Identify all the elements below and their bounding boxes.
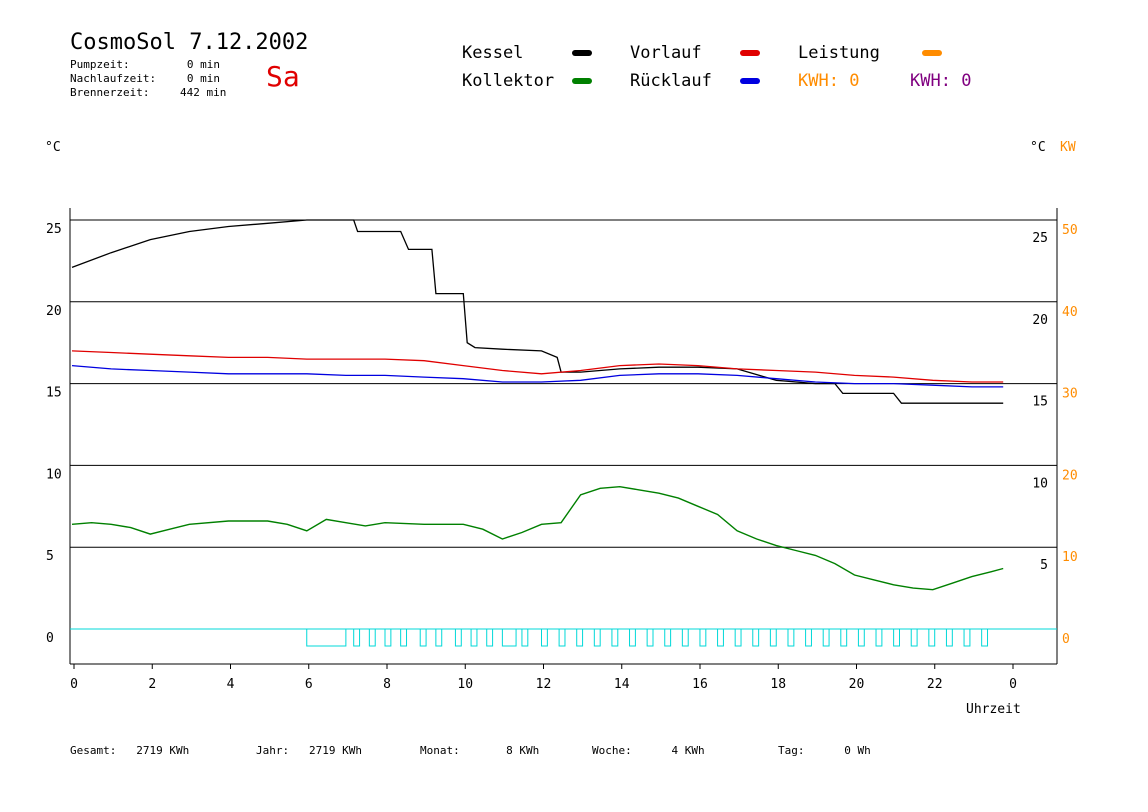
footer-tag: Tag: 0 Wh xyxy=(778,744,871,757)
y-tick-label: 0 xyxy=(46,631,54,646)
pump-cycle-mark xyxy=(470,628,478,647)
right-c-tick-label: 5 xyxy=(1040,558,1048,573)
pump-cycle-mark xyxy=(787,628,795,647)
y-tick-label: 10 xyxy=(46,467,62,482)
pump-cycle-mark xyxy=(734,628,742,647)
footer-jahr: Jahr: 2719 KWh xyxy=(256,744,362,757)
pump-cycle-mark xyxy=(752,628,760,647)
pump-cycle-mark xyxy=(981,628,989,647)
pump-cycle-mark xyxy=(521,628,529,647)
footer-gesamt: Gesamt: 2719 KWh xyxy=(70,744,190,757)
right-kw-tick-label: 0 xyxy=(1062,632,1070,647)
x-tick-label: 14 xyxy=(614,677,630,692)
temperature-chart: 0 5 10 15 20 25 25 20 15 10 5 50 40 30 20 10 0 0 2 4 6 8 10 12 1… xyxy=(46,208,1078,692)
x-tick-label: 18 xyxy=(770,677,786,692)
x-tick-label: 12 xyxy=(536,677,552,692)
pump-cycle-mark xyxy=(400,628,408,647)
x-tick-label: 6 xyxy=(305,677,313,692)
right-kw-tick-label: 40 xyxy=(1062,305,1078,320)
right-c-tick-label: 15 xyxy=(1032,395,1048,410)
series-vorlauf xyxy=(71,350,1004,383)
pump-cycle-mark xyxy=(384,628,392,647)
pump-cycle-mark xyxy=(501,628,517,647)
pump-cycle-mark xyxy=(769,628,777,647)
pump-cycle-mark xyxy=(681,628,689,647)
pump-cycle-mark xyxy=(435,628,443,647)
pump-cycle-mark xyxy=(593,628,601,647)
pump-cycle-mark xyxy=(875,628,883,647)
right-kw-tick-label: 20 xyxy=(1062,468,1078,483)
pump-cycle-mark xyxy=(893,628,900,647)
pump-cycle-mark xyxy=(541,628,548,647)
x-tick-label: 4 xyxy=(227,677,235,692)
pump-cycle-mark xyxy=(629,628,636,647)
pump-cycle-mark xyxy=(717,628,724,647)
x-tick-label: 10 xyxy=(457,677,473,692)
pump-cycle-mark xyxy=(664,628,672,647)
pump-cycle-mark xyxy=(822,628,830,647)
right-c-tick-label: 20 xyxy=(1032,313,1048,328)
pump-cycle-mark xyxy=(353,628,361,647)
pump-cycle-mark xyxy=(454,628,462,647)
footer-monat: Monat: 8 KWh xyxy=(420,744,540,757)
y-tick-label: 25 xyxy=(46,222,62,237)
pump-cycle-mark xyxy=(419,628,427,647)
pump-cycle-mark xyxy=(576,628,584,647)
pump-cycle-mark xyxy=(840,628,848,647)
footer-woche: Woche: 4 KWh xyxy=(592,744,705,757)
x-tick-label: 2 xyxy=(148,677,156,692)
pump-cycle-mark xyxy=(306,628,347,647)
pump-cycle-mark xyxy=(805,628,812,647)
x-tick-label: 22 xyxy=(927,677,943,692)
pump-cycle-mark xyxy=(699,628,707,647)
pump-cycle-mark xyxy=(963,628,971,647)
right-kw-tick-label: 50 xyxy=(1062,223,1078,238)
x-tick-label: 20 xyxy=(849,677,865,692)
pump-cycle-mark xyxy=(558,628,566,647)
pump-cycle-mark xyxy=(910,628,918,647)
x-tick-label: 0 xyxy=(1009,677,1017,692)
right-c-tick-label: 10 xyxy=(1032,476,1048,491)
y-tick-label: 20 xyxy=(46,304,62,319)
x-tick-label: 8 xyxy=(383,677,391,692)
y-tick-label: 15 xyxy=(46,386,62,401)
pump-cycle-mark xyxy=(646,628,654,647)
pump-cycle-mark xyxy=(368,628,376,647)
right-c-tick-label: 25 xyxy=(1032,231,1048,246)
x-tick-label: 16 xyxy=(692,677,708,692)
series-kollektor xyxy=(71,485,1004,591)
right-kw-tick-label: 30 xyxy=(1062,387,1078,402)
pump-cycle-mark xyxy=(611,628,619,647)
pump-cycle-mark xyxy=(945,628,953,647)
pump-cycle-mark xyxy=(928,628,936,647)
y-tick-label: 5 xyxy=(46,549,54,564)
pump-cycle-mark xyxy=(486,628,494,647)
right-kw-tick-label: 10 xyxy=(1062,550,1078,565)
pump-cycle-mark xyxy=(857,628,865,647)
x-tick-label: 0 xyxy=(70,677,78,692)
